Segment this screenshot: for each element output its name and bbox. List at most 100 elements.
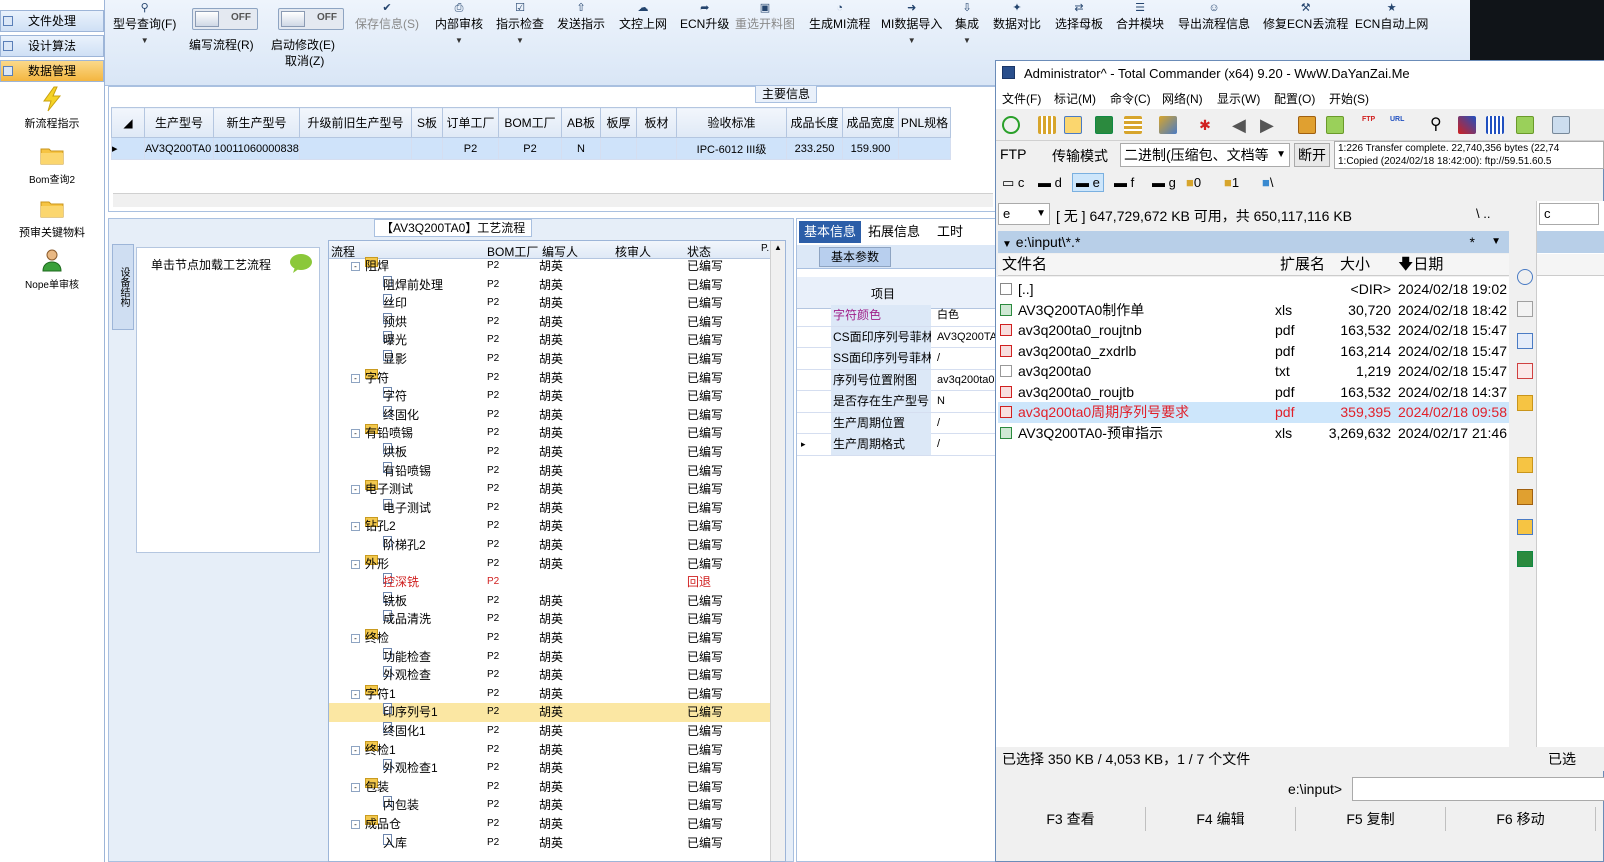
full-view-icon[interactable] [1064, 116, 1082, 134]
sync-icon[interactable] [1159, 116, 1177, 134]
collapse-icon[interactable]: - [351, 522, 360, 532]
drive-network[interactable]: ■\ [1262, 175, 1273, 190]
vertical-scrollbar[interactable]: ▲ [770, 241, 785, 861]
transfer-mode-select[interactable]: 二进制(压缩包、文档等 ▼ [1120, 143, 1290, 167]
tree-row[interactable]: 内包装 P2 胡英 已编写 [329, 796, 771, 815]
f6-move-button[interactable]: F6 移动 [1446, 807, 1596, 831]
tree-row[interactable]: - 阻焊 P2 胡英 已编写 [329, 257, 771, 276]
ecn-auto-online-button[interactable]: ★ ECN自动上网 [1355, 2, 1428, 32]
ftp-connect-icon[interactable]: FTP [1362, 116, 1380, 134]
doc-control-online-button[interactable]: ☁ 文控上网 [619, 2, 667, 32]
tree-row[interactable]: - 成品仓 P2 胡英 已编写 [329, 815, 771, 834]
tree-row[interactable]: 电子测试 P2 胡英 已编写 [329, 498, 771, 518]
table-cell[interactable]: AV3Q200TA0 [144, 137, 214, 160]
url-connect-icon[interactable]: URL [1390, 116, 1408, 134]
collapse-icon[interactable]: - [351, 485, 360, 495]
table-cell[interactable]: 233.250 [786, 137, 843, 160]
tree-row[interactable]: 印序列号1 P2 胡英 已编写 [329, 703, 771, 722]
column-header[interactable]: P. [761, 243, 769, 254]
nav-design-algorithm[interactable]: 设计算法 [0, 35, 104, 57]
file-row[interactable]: av3q200ta0周期序列号要求 pdf 359,395 2024/02/18 09… [998, 402, 1509, 423]
column-header[interactable]: 订单工厂 [442, 107, 499, 138]
tree-row[interactable]: - 字符1 P2 胡英 已编写 [329, 684, 771, 704]
column-header[interactable]: 成品长度 [786, 107, 843, 138]
pre-review-material-tool[interactable]: 预审关键物料 [0, 195, 104, 240]
tree-row[interactable]: - 电子测试 P2 胡英 已编写 [329, 480, 771, 499]
file-row[interactable]: [..] <DIR> 2024/02/18 19:02 [998, 279, 1509, 300]
collapse-icon[interactable]: - [351, 782, 360, 792]
nav-data-management[interactable]: 数据管理 [0, 60, 104, 82]
tree-row[interactable]: - 外形 P2 胡英 已编写 [329, 554, 771, 574]
folder-star-icon[interactable] [1517, 519, 1533, 535]
table-row[interactable]: ▸ AV3Q200TA0 10011060000838 P2 P2 N IPC-… [111, 137, 951, 160]
table-cell[interactable] [636, 137, 677, 160]
tree-row[interactable]: - 字符 P2 胡英 已编写 [329, 368, 771, 388]
tab-extended-info[interactable]: 拓展信息 [863, 221, 925, 243]
new-flow-instruction-tool[interactable]: 新流程指示 [0, 86, 104, 131]
folder-icon[interactable] [1517, 395, 1533, 411]
right-drive-select[interactable]: c [1539, 203, 1599, 225]
tree-row[interactable]: 终固化 P2 胡英 已编写 [329, 405, 771, 425]
drive-d[interactable]: ▬ d [1038, 175, 1062, 190]
table-cell[interactable] [600, 137, 637, 160]
column-header[interactable]: 生产型号 [144, 107, 214, 138]
file-row[interactable]: av3q200ta0_roujtnb pdf 163,532 2024/02/18 1… [998, 320, 1509, 341]
tree-view-icon[interactable] [1124, 116, 1142, 134]
column-header[interactable]: 新生产型号 [213, 107, 300, 138]
nope-review-tool[interactable]: Nope单审核 [0, 247, 104, 291]
tree-row[interactable]: 烘板 P2 胡英 已编写 [329, 443, 771, 462]
table-cell[interactable] [299, 137, 412, 160]
thumbnail-icon[interactable] [1095, 116, 1113, 134]
menu-net[interactable]: 网络(N) [1162, 90, 1203, 107]
tree-row[interactable]: - 钻孔2 P2 胡英 已编写 [329, 517, 771, 536]
tree-row[interactable]: 预烘 P2 胡英 已编写 [329, 312, 771, 332]
column-header[interactable]: 成品宽度 [842, 107, 899, 138]
info-row[interactable]: ▸ 生产周期格式 / [797, 434, 997, 456]
column-header-date[interactable]: 🡇日期 [1398, 254, 1443, 276]
tab-work-hours[interactable]: 工时 [927, 221, 973, 243]
file-row[interactable]: av3q200ta0_zxdrlb pdf 163,214 2024/02/18 15… [998, 341, 1509, 362]
more-icon[interactable] [1552, 116, 1570, 134]
tree-row[interactable]: 入库 P2 胡英 已编写 [329, 833, 771, 853]
tree-row[interactable]: 控深铣 P2 回退 [329, 573, 771, 592]
table-cell[interactable] [411, 137, 443, 160]
select-motherboard-button[interactable]: ⇄ 选择母板 [1055, 2, 1103, 32]
speech-bubble-icon[interactable] [289, 253, 313, 273]
folder-icon[interactable] [1517, 457, 1533, 473]
vertical-tab-device-structure[interactable]: 设备结构 [112, 244, 134, 330]
delete-icon[interactable] [1517, 363, 1533, 379]
menu-config[interactable]: 配置(O) [1274, 90, 1315, 107]
collapse-icon[interactable]: - [351, 745, 360, 755]
tree-row[interactable]: 曝光 P2 胡英 已编写 [329, 331, 771, 350]
pack-icon[interactable] [1298, 116, 1316, 134]
subtab-basic-params[interactable]: 基本参数 [819, 247, 891, 267]
archive-icon[interactable] [1517, 489, 1533, 505]
ecn-upgrade-button[interactable]: ➦ ECN升级 [680, 2, 729, 32]
export-flow-info-button[interactable]: ☺ 导出流程信息 [1178, 2, 1250, 32]
new-file-icon[interactable] [1517, 301, 1533, 317]
model-query-button[interactable]: ⚲ 型号查询(F) ▼ [113, 2, 176, 45]
multi-rename-icon[interactable] [1458, 116, 1476, 134]
menu-commands[interactable]: 命令(C) [1110, 90, 1151, 107]
merge-module-button[interactable]: ☰ 合并模块 [1116, 2, 1164, 32]
disconnect-button[interactable]: 断开 [1294, 143, 1330, 167]
right-path-bar[interactable] [1537, 231, 1604, 253]
drive-select[interactable]: e ▼ [998, 203, 1050, 225]
tree-row[interactable]: 丝印 P2 胡英 已编写 [329, 294, 771, 313]
refresh-icon[interactable] [1002, 116, 1020, 134]
column-header-size[interactable]: 大小 [1340, 254, 1370, 276]
info-row[interactable]: 字符颜色 白色 [797, 305, 997, 327]
back-icon[interactable]: ◀ [1232, 116, 1250, 134]
collapse-icon[interactable]: - [351, 373, 360, 383]
scroll-up-icon[interactable]: ▲ [774, 243, 782, 252]
horizontal-scrollbar[interactable] [113, 193, 993, 207]
info-row[interactable]: 序列号位置附图 av3q200ta0 [797, 369, 997, 391]
table-cell[interactable]: 10011060000838 [213, 137, 300, 160]
instruction-check-button[interactable]: ☑ 指示检查 ▼ [496, 2, 544, 45]
command-line-input[interactable] [1352, 777, 1604, 801]
nav-file-processing[interactable]: 文件处理 [0, 10, 104, 32]
ftp-log[interactable]: 1:226 Transfer complete. 22,740,356 byte… [1334, 141, 1604, 169]
invert-selection-icon[interactable]: ✱ [1196, 116, 1214, 134]
tree-row[interactable]: 功能检查 P2 胡英 已编写 [329, 647, 771, 667]
collapse-icon[interactable]: - [351, 820, 360, 829]
